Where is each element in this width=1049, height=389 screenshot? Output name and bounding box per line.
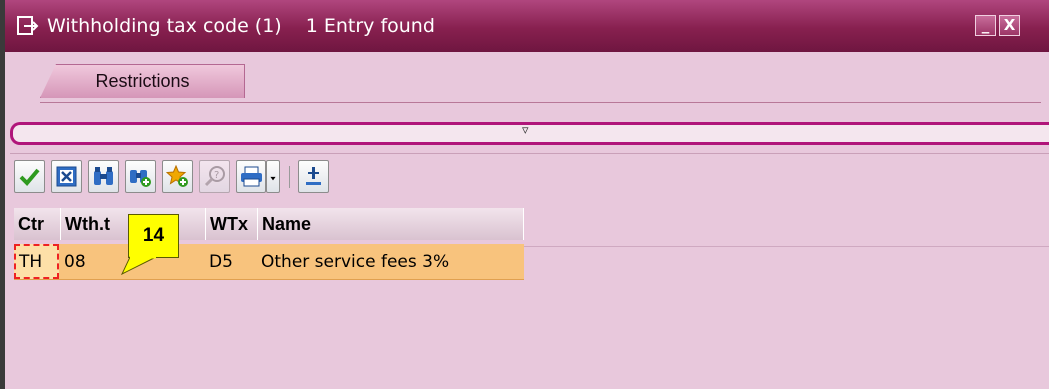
tab-restrictions[interactable]: Restrictions <box>40 64 245 98</box>
svg-text:?: ? <box>214 170 219 181</box>
printer-icon <box>240 166 262 187</box>
filter-settings-icon <box>306 167 321 185</box>
help-button[interactable]: ? <box>199 160 230 193</box>
expand-arrow-icon[interactable]: ▿ <box>522 123 529 138</box>
toolbar-divider <box>10 153 1049 154</box>
binoculars-icon <box>94 167 113 185</box>
close-button[interactable]: X <box>999 15 1020 36</box>
table-header: Ctr Wth.t WTx Name <box>14 208 524 240</box>
column-header-name[interactable]: Name <box>258 208 524 240</box>
cell-ctr[interactable]: TH <box>14 244 59 279</box>
tab-restrictions-label: Restrictions <box>95 71 190 91</box>
find-next-button[interactable] <box>125 160 156 193</box>
print-button[interactable] <box>236 160 266 193</box>
title-bar: Withholding tax code (1) 1 Entry found _… <box>5 0 1049 52</box>
star-plus-icon <box>166 165 188 187</box>
step-callout: 14 <box>128 214 179 258</box>
add-favorite-button[interactable] <box>162 160 193 193</box>
check-icon <box>19 168 40 186</box>
entries-found-label: 1 Entry found <box>305 15 435 37</box>
find-button[interactable] <box>88 160 119 193</box>
settings-button[interactable] <box>298 160 329 193</box>
restrictions-expander[interactable]: ▿ <box>10 122 1049 145</box>
column-header-wtx[interactable]: WTx <box>206 208 258 240</box>
callout-tail <box>120 256 157 276</box>
minimize-button[interactable]: _ <box>975 15 996 36</box>
tab-divider <box>40 102 1041 103</box>
results-table: Ctr Wth.t WTx Name TH 08 D5 Other servic… <box>14 208 524 280</box>
window-icon <box>17 16 39 35</box>
binoculars-plus-icon <box>130 170 151 187</box>
tab-strip: Restrictions <box>5 52 1049 118</box>
cell-wtx[interactable]: D5 <box>206 244 258 279</box>
cell-name[interactable]: Other service fees 3% <box>258 244 524 279</box>
table-row[interactable]: TH 08 D5 Other service fees 3% <box>14 244 524 280</box>
confirm-button[interactable] <box>14 160 45 193</box>
cancel-button[interactable] <box>51 160 82 193</box>
toolbar-separator <box>289 166 290 188</box>
help-icon: ? <box>204 166 225 187</box>
dropdown-arrow-icon <box>270 176 276 181</box>
window-title: Withholding tax code (1) <box>47 15 282 37</box>
column-header-ctr[interactable]: Ctr <box>14 208 61 240</box>
print-options-dropdown[interactable] <box>266 160 280 193</box>
cancel-icon <box>56 166 77 187</box>
